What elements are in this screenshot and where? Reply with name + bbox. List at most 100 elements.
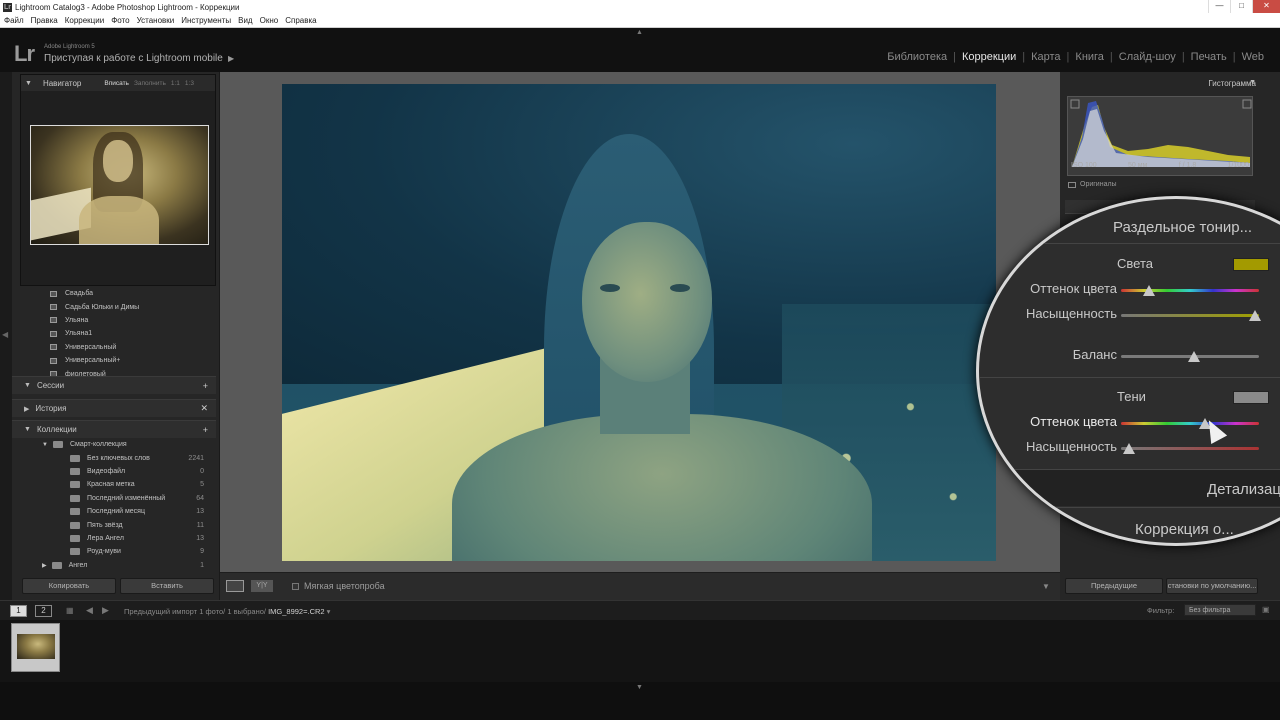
filmstrip-source[interactable]: Предыдущий импорт 1 фото/ 1 выбрано/ IMG… (124, 607, 330, 616)
loupe-view-icon[interactable] (226, 580, 244, 592)
menu-view[interactable]: Вид (238, 16, 252, 25)
collection-item[interactable]: Последний месяц 13 (20, 505, 216, 518)
originals-checkbox[interactable] (1068, 181, 1076, 188)
minimize-button[interactable]: — (1208, 0, 1230, 13)
history-header[interactable]: ▶ История ✕ (12, 399, 216, 417)
collection-item[interactable]: Пять звёзд 11 (20, 518, 216, 531)
menu-tools[interactable]: Инструменты (181, 16, 231, 25)
shadows-color-swatch[interactable] (1233, 391, 1269, 404)
module-library[interactable]: Библиотека (881, 51, 953, 63)
add-collection-icon[interactable]: + (203, 425, 208, 435)
collapse-triangle-icon[interactable]: ▼ (42, 442, 48, 448)
collection-item[interactable]: Роуд-муви 9 (20, 545, 216, 558)
preset-item[interactable]: Ульяна1 (20, 327, 216, 340)
module-print[interactable]: Печать (1185, 51, 1233, 63)
clear-history-icon[interactable]: ✕ (200, 403, 208, 414)
detail-panel-header[interactable]: Детализац... (1207, 481, 1280, 498)
highlights-color-swatch[interactable] (1233, 258, 1269, 271)
module-map[interactable]: Карта (1025, 51, 1066, 63)
chevron-down-icon[interactable]: ▾ (327, 607, 331, 616)
lens-correction-header[interactable]: Коррекция о... (1135, 521, 1234, 538)
collapse-triangle-icon[interactable]: ▼ (24, 426, 31, 433)
zoom-1-1[interactable]: 1:1 (171, 80, 180, 87)
soft-proof-toggle[interactable]: Мягкая цветопроба (292, 581, 385, 591)
preset-item[interactable]: Универсальный+ (20, 354, 216, 367)
shadows-saturation-slider[interactable] (1121, 447, 1259, 450)
collection-item[interactable]: Видеофайл 0 (20, 465, 216, 478)
expand-triangle-icon[interactable]: ▶ (24, 405, 29, 413)
previous-settings-button[interactable]: Предыдущие (1065, 578, 1163, 594)
navigator-preview[interactable] (30, 125, 209, 245)
preset-item[interactable]: Свадьба (20, 287, 216, 300)
filmstrip-grid-icon[interactable]: ▣ (1262, 605, 1270, 614)
filter-select[interactable]: Без фильтра (1184, 604, 1256, 616)
highlight-clipping-icon[interactable] (1242, 99, 1252, 109)
monitor-2-button[interactable]: 2 (35, 605, 52, 617)
navigator-title: Навигатор (42, 78, 82, 88)
toolbar-menu-icon[interactable]: ▼ (1042, 582, 1050, 591)
monitor-1-button[interactable]: 1 (10, 605, 27, 617)
preset-item[interactable]: Ульяна (20, 314, 216, 327)
menu-file[interactable]: Файл (4, 16, 24, 25)
shadows-hue-label: Оттенок цвета (1030, 414, 1117, 429)
grid-icon[interactable]: ▦ (66, 606, 74, 615)
preset-icon (50, 317, 57, 324)
module-book[interactable]: Книга (1069, 51, 1110, 63)
soft-proof-checkbox[interactable] (292, 582, 299, 590)
originals-toggle[interactable]: Оригиналы (1068, 181, 1117, 188)
module-slideshow[interactable]: Слайд-шоу (1113, 51, 1182, 63)
shadow-clipping-icon[interactable] (1070, 99, 1080, 109)
menu-settings[interactable]: Установки (137, 16, 175, 25)
module-develop[interactable]: Коррекции (956, 51, 1022, 63)
navigator-header[interactable]: ▼ Навигатор Вписать Заполнить 1:1 1:3 (21, 75, 215, 91)
filmstrip-thumbnail[interactable] (11, 623, 60, 672)
slider-knob[interactable] (1248, 310, 1261, 321)
main-photo[interactable] (282, 84, 996, 561)
zoom-fit[interactable]: Вписать (104, 80, 129, 87)
zoom-fill[interactable]: Заполнить (134, 80, 166, 87)
smart-collection-group[interactable]: ▼ Смарт-коллекция (20, 438, 216, 451)
menu-window[interactable]: Окно (260, 16, 279, 25)
add-icon[interactable]: + (203, 381, 208, 391)
preset-item[interactable]: Универсальный (20, 341, 216, 354)
close-button[interactable]: ✕ (1252, 0, 1280, 13)
collapse-top-panel-icon[interactable]: ▲ (636, 29, 643, 36)
before-after-button[interactable]: Y|Y (251, 580, 273, 592)
reset-defaults-button[interactable]: становки по умолчанию... (1166, 578, 1258, 594)
slider-knob[interactable] (1123, 443, 1136, 454)
collapse-triangle-icon[interactable]: ▼ (24, 382, 31, 389)
shadows-hue-slider[interactable] (1121, 422, 1259, 425)
copy-settings-button[interactable]: Копировать (22, 578, 116, 594)
expand-triangle-icon[interactable]: ▶ (42, 562, 47, 569)
menu-develop[interactable]: Коррекции (65, 16, 104, 25)
collapse-left-panel-icon[interactable]: ◀ (2, 330, 8, 339)
module-web[interactable]: Web (1236, 51, 1270, 63)
highlights-saturation-slider[interactable] (1121, 314, 1259, 317)
collection-item[interactable]: Без ключевых слов 2241 (20, 451, 216, 464)
play-arrow-icon[interactable]: ▶ (228, 54, 234, 63)
back-arrow-icon[interactable]: ◀ (86, 605, 93, 616)
histogram-header[interactable]: Гистограмма ▼ (1060, 76, 1280, 90)
preset-item[interactable]: Садьба Юльки и Димы (20, 300, 216, 313)
collapse-triangle-icon[interactable]: ▼ (25, 80, 32, 87)
menu-edit[interactable]: Правка (31, 16, 58, 25)
sessions-header[interactable]: ▼ Сессии + (12, 376, 216, 394)
collapse-bottom-panel-icon[interactable]: ▼ (636, 684, 643, 691)
collection-item[interactable]: Лера Ангел 13 (20, 532, 216, 545)
collection-item[interactable]: Последний изменённый 64 (20, 492, 216, 505)
menu-help[interactable]: Справка (285, 16, 316, 25)
paste-settings-button[interactable]: Вставить (120, 578, 214, 594)
slider-knob[interactable] (1188, 351, 1201, 362)
maximize-button[interactable]: □ (1230, 0, 1252, 13)
collection-item[interactable]: Красная метка 5 (20, 478, 216, 491)
slider-knob[interactable] (1142, 285, 1155, 296)
window-controls: — □ ✕ (1208, 0, 1280, 13)
zoom-1-3[interactable]: 1:3 (185, 80, 194, 87)
collection-set-item[interactable]: ▶ Ангел 1 (20, 559, 216, 572)
collapse-triangle-icon[interactable]: ▼ (1249, 79, 1256, 86)
mobile-promo-link[interactable]: Приступая к работе с Lightroom mobile (44, 53, 223, 64)
collections-header[interactable]: ▼ Коллекции + (12, 420, 216, 438)
menu-photo[interactable]: Фото (111, 16, 129, 25)
forward-arrow-icon[interactable]: ▶ (102, 605, 109, 616)
split-toning-title[interactable]: Раздельное тонир... (1113, 219, 1252, 236)
